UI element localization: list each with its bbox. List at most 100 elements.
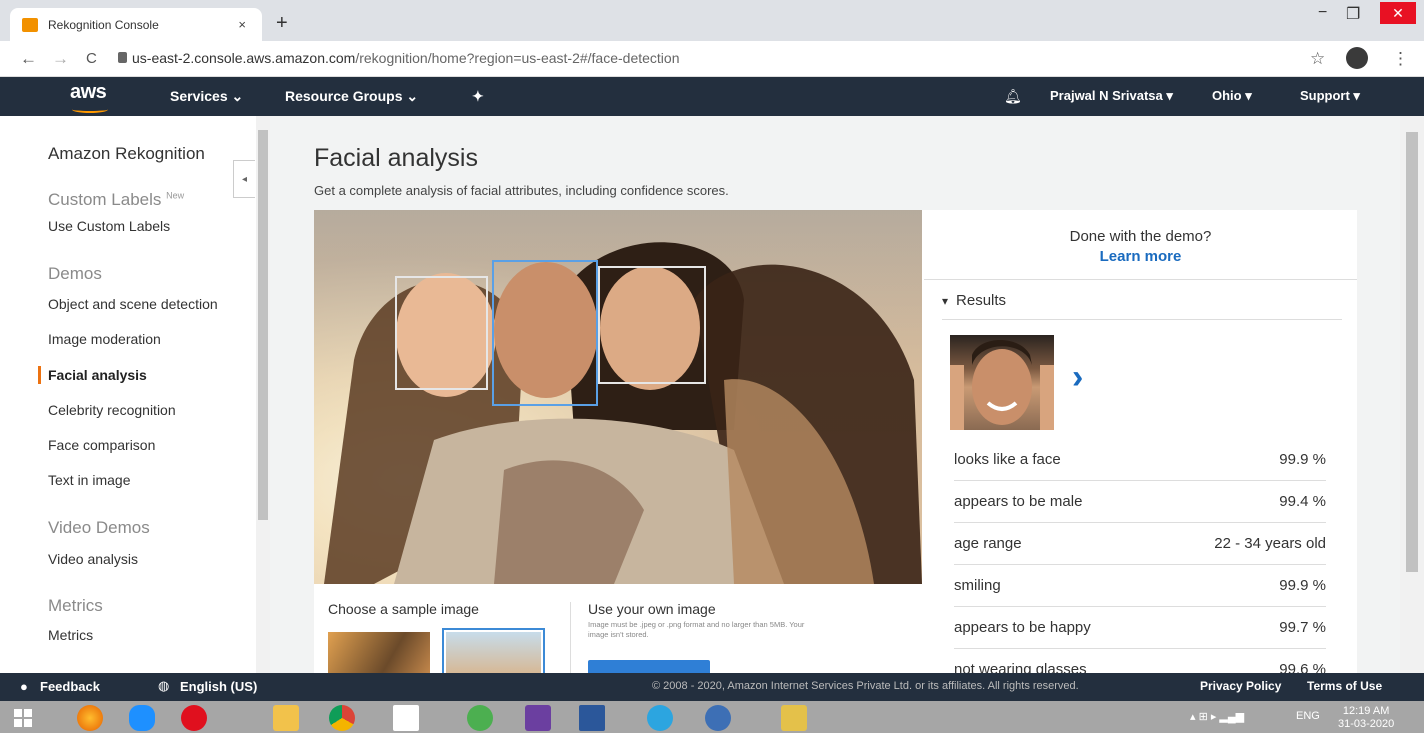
media-player-icon[interactable] [696, 704, 740, 732]
url-path: /rekognition/home?region=us-east-2#/face… [355, 50, 680, 66]
collapse-sidebar-button[interactable]: ◂ [233, 160, 255, 198]
result-value: 99.7 % [1279, 619, 1326, 636]
sidebar-title[interactable]: Amazon Rekognition [48, 144, 205, 164]
network-icon[interactable] [772, 704, 816, 732]
windows-start-icon[interactable] [14, 709, 32, 727]
notifications-bell-icon[interactable]: 🔔︎ [1004, 88, 1022, 105]
result-row: not wearing glasses 99.6 % [954, 649, 1326, 673]
sidebar-item-object-scene-detection[interactable]: Object and scene detection [48, 296, 218, 312]
sidebar-scrollbar-thumb[interactable] [258, 130, 268, 520]
system-clock[interactable]: 12:19 AM 31-03-2020 [1338, 705, 1394, 731]
browser-menu-icon[interactable]: ⋮ [1392, 49, 1409, 69]
privacy-policy-link[interactable]: Privacy Policy [1200, 679, 1281, 693]
own-image-title: Use your own image [588, 601, 716, 617]
face-box-child[interactable] [395, 276, 488, 390]
choose-sample-title: Choose a sample image [328, 601, 479, 617]
resource-groups-menu[interactable]: Resource Groups ⌄ [285, 88, 418, 105]
sidebar-item-celebrity-recognition[interactable]: Celebrity recognition [48, 402, 176, 418]
main-scrollbar-thumb[interactable] [1406, 132, 1418, 572]
reload-icon[interactable]: C [86, 50, 97, 67]
sidebar-scrollbar[interactable] [256, 116, 270, 673]
bookmark-star-icon[interactable]: ☆ [1310, 49, 1325, 69]
face-box-man-selected[interactable] [492, 260, 598, 406]
results-panel: Done with the demo? Learn more ▾ Results … [924, 210, 1357, 673]
sample-thumbnail-1[interactable] [328, 632, 430, 673]
face-box-woman[interactable] [598, 266, 706, 384]
settings-gear-icon[interactable] [516, 704, 560, 732]
result-row: looks like a face 99.9 % [954, 439, 1326, 481]
copyright-text: © 2008 - 2020, Amazon Internet Services … [652, 680, 1079, 692]
sidebar-section-custom-labels: Custom Labels New [48, 190, 184, 210]
browser-tab-bar: Rekognition Console × + − ❐ ✕ [0, 0, 1424, 41]
forward-icon[interactable]: → [52, 49, 69, 69]
sample-photo [314, 210, 922, 584]
chrome-icon[interactable] [320, 704, 364, 732]
language-selector[interactable]: English (US) [180, 679, 257, 694]
main-scrollbar[interactable] [1400, 116, 1424, 673]
result-value: 99.9 % [1279, 577, 1326, 594]
next-face-chevron-icon[interactable]: › [1072, 358, 1083, 397]
internet-explorer-icon[interactable] [120, 704, 164, 732]
back-icon[interactable]: ← [20, 49, 37, 69]
console-footer: ● Feedback ◍ English (US) © 2008 - 2020,… [0, 673, 1424, 701]
sidebar-item-use-custom-labels[interactable]: Use Custom Labels [48, 218, 170, 234]
aws-logo[interactable]: aws [70, 81, 109, 113]
document-icon[interactable] [384, 704, 428, 732]
divider [924, 279, 1357, 280]
sidebar-item-text-in-image[interactable]: Text in image [48, 472, 130, 488]
clock-date: 31-03-2020 [1338, 718, 1395, 731]
result-label: appears to be male [954, 493, 1083, 510]
sidebar-section-metrics: Metrics [48, 596, 103, 615]
url-field[interactable]: us-east-2.console.aws.amazon.com/rekogni… [132, 50, 679, 66]
user-menu[interactable]: Prajwal N Srivatsa ▾ [1050, 88, 1173, 104]
browser-tab[interactable]: Rekognition Console × [10, 8, 262, 41]
pin-icon[interactable]: ✦ [472, 88, 484, 105]
face-crop-image [950, 340, 1054, 430]
telegram-icon[interactable] [638, 704, 682, 732]
firefox-icon[interactable] [68, 704, 112, 732]
learn-more-link[interactable]: Learn more [924, 248, 1357, 265]
terms-of-use-link[interactable]: Terms of Use [1307, 679, 1382, 693]
support-menu[interactable]: Support ▾ [1300, 88, 1360, 104]
result-row: smiling 99.9 % [954, 565, 1326, 607]
upload-button[interactable] [588, 660, 710, 673]
tab-close-icon[interactable]: × [238, 17, 246, 32]
result-row: age range 22 - 34 years old [954, 523, 1326, 565]
region-menu[interactable]: Ohio ▾ [1212, 88, 1252, 104]
result-label: appears to be happy [954, 619, 1091, 636]
clock-time: 12:19 AM [1342, 705, 1390, 717]
close-window-button[interactable]: ✕ [1380, 2, 1416, 24]
detected-face-thumbnail[interactable] [950, 335, 1054, 430]
results-toggle[interactable]: ▾ Results [942, 292, 1006, 309]
result-row: appears to be male 99.4 % [954, 481, 1326, 523]
sidebar-item-metrics[interactable]: Metrics [48, 627, 93, 643]
language-indicator[interactable]: ENG [1296, 710, 1320, 722]
sidebar-section-video-demos: Video Demos [48, 518, 150, 537]
result-value: 99.6 % [1279, 661, 1326, 673]
sidebar-item-image-moderation[interactable]: Image moderation [48, 331, 161, 347]
aws-top-nav: aws Services ⌄ Resource Groups ⌄ ✦ 🔔︎ Pr… [0, 77, 1424, 116]
services-menu[interactable]: Services ⌄ [170, 88, 243, 105]
result-label: age range [954, 535, 1022, 552]
divider [570, 602, 571, 673]
feedback-link[interactable]: Feedback [40, 679, 100, 694]
globe-icon: ◍ [158, 678, 170, 693]
lock-icon [118, 52, 127, 63]
sidebar-item-video-analysis[interactable]: Video analysis [48, 551, 138, 567]
minimize-button[interactable]: − [1318, 4, 1327, 22]
caret-down-icon: ▾ [942, 294, 949, 308]
windows-taskbar: ▴ ⊞ ▸ ▂▄▆ ENG 12:19 AM 31-03-2020 [0, 701, 1424, 733]
file-explorer-icon[interactable] [264, 704, 308, 732]
tray-icons[interactable]: ▴ ⊞ ▸ ▂▄▆ [1190, 710, 1244, 723]
utorrent-icon[interactable] [458, 704, 502, 732]
maximize-button[interactable]: ❐ [1346, 4, 1360, 24]
sidebar-item-face-comparison[interactable]: Face comparison [48, 437, 155, 453]
opera-icon[interactable] [172, 704, 216, 732]
sidebar-item-facial-analysis[interactable]: Facial analysis [38, 366, 147, 384]
result-value: 99.9 % [1279, 451, 1326, 468]
result-value: 22 - 34 years old [1214, 535, 1326, 552]
word-icon[interactable] [570, 704, 614, 732]
sample-thumbnail-2-selected[interactable] [442, 628, 545, 673]
profile-avatar[interactable] [1346, 47, 1368, 69]
new-tab-button[interactable]: + [276, 12, 288, 35]
